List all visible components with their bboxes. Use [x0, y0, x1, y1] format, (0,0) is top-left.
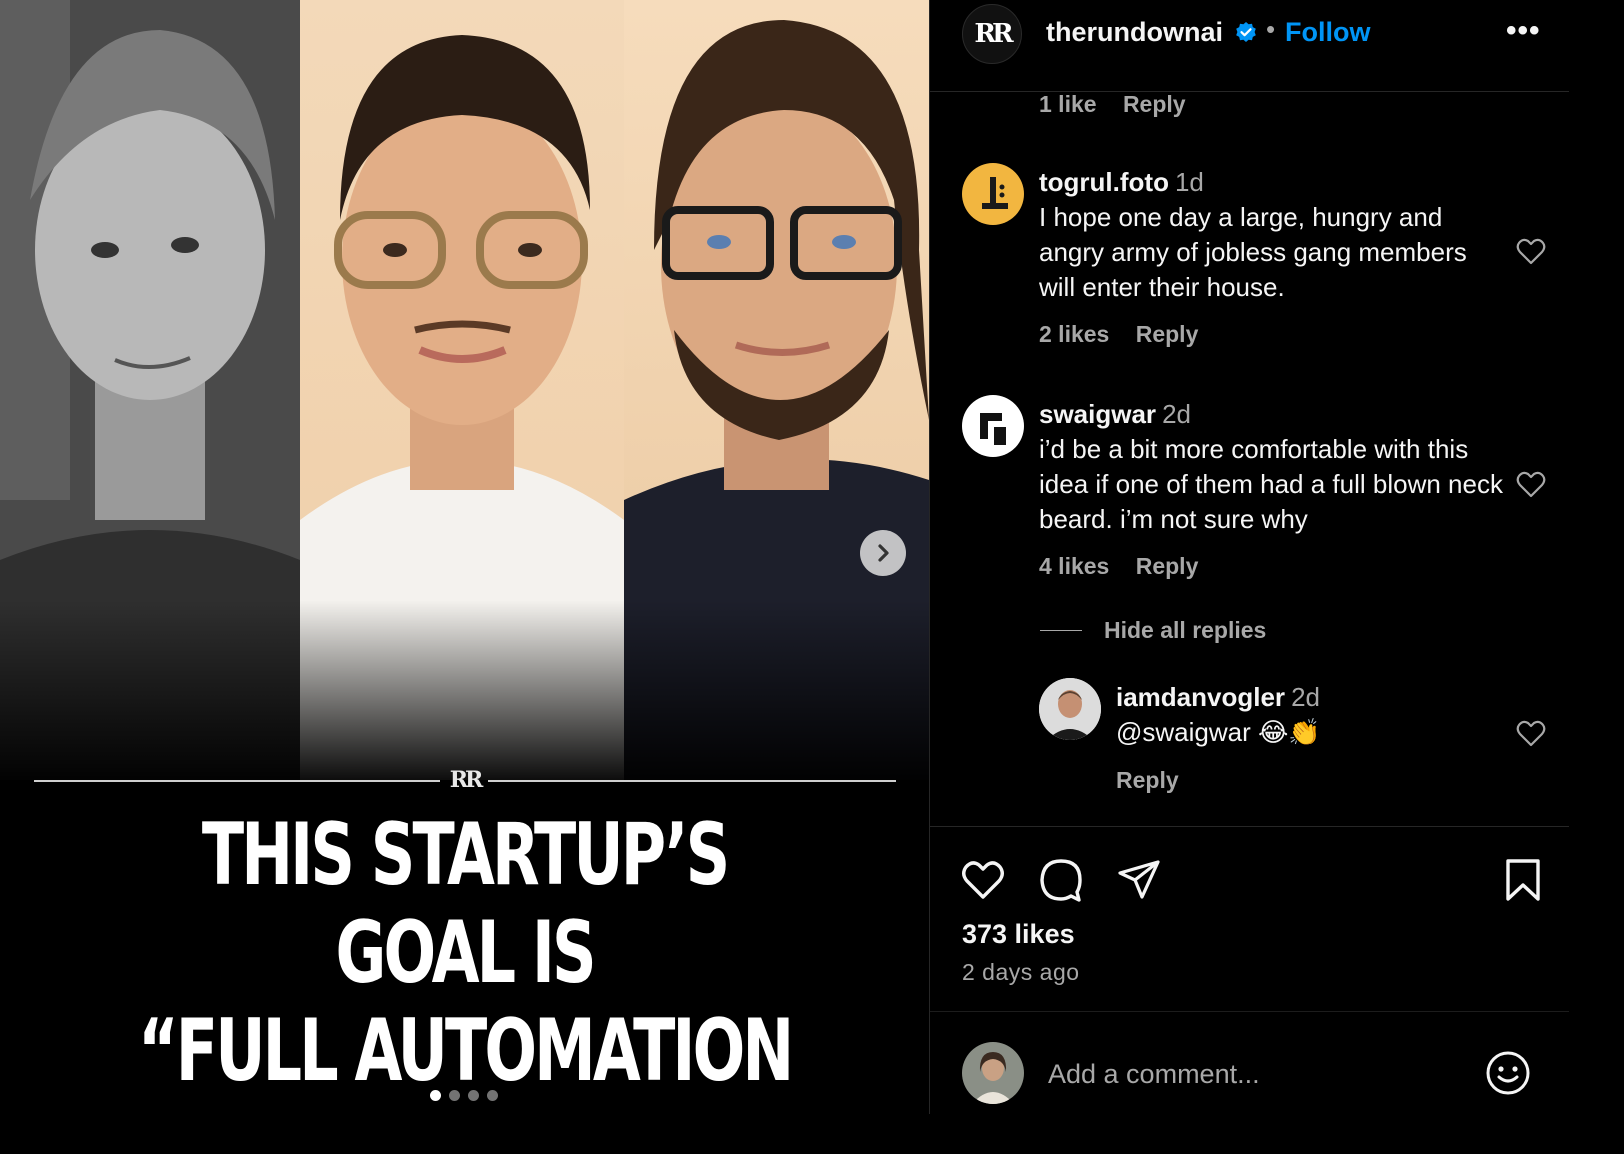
- comment-text: i’d be a bit more comfortable with this …: [1039, 434, 1503, 534]
- comment-likes[interactable]: 2 likes: [1039, 321, 1109, 347]
- reply-meta: Reply: [1116, 767, 1199, 794]
- like-comment-heart-icon[interactable]: [1516, 237, 1546, 265]
- comment-time: 1d: [1174, 167, 1204, 197]
- author-username[interactable]: therundownai: [1046, 17, 1223, 48]
- like-heart-icon[interactable]: [960, 857, 1006, 903]
- comment-bubble-icon[interactable]: [1038, 857, 1084, 903]
- reply-avatar[interactable]: [1039, 678, 1101, 740]
- post-likes-count[interactable]: 373 likes: [962, 919, 1075, 950]
- comment-username[interactable]: swaigwar: [1039, 399, 1156, 429]
- carousel-dot[interactable]: [468, 1090, 479, 1101]
- reply-button[interactable]: Reply: [1136, 553, 1199, 579]
- divider-right: [488, 780, 896, 782]
- post-time[interactable]: 2 days ago: [962, 959, 1080, 986]
- comment-username[interactable]: togrul.foto: [1039, 167, 1169, 197]
- comment-text: I hope one day a large, hungry and angry…: [1039, 202, 1467, 302]
- hide-replies-button[interactable]: Hide all replies: [1040, 617, 1266, 644]
- hide-replies-label: Hide all replies: [1104, 617, 1267, 643]
- carousel-dot[interactable]: [487, 1090, 498, 1101]
- more-options-button[interactable]: •••: [1506, 14, 1541, 48]
- post-actions: 373 likes 2 days ago: [930, 826, 1569, 1114]
- save-bookmark-icon[interactable]: [1500, 857, 1546, 903]
- share-send-icon[interactable]: [1116, 857, 1162, 903]
- comment-likes[interactable]: 4 likes: [1039, 553, 1109, 579]
- headline-line: OF THE ECONOMY”: [130, 1100, 799, 1114]
- carousel-dots: [430, 1090, 498, 1101]
- reply-comment: iamdanvogler 2d @swaigwar 😂👏: [1116, 680, 1516, 750]
- comments-list[interactable]: 1 like Reply togrul.foto 1d I hope one da…: [930, 93, 1569, 826]
- emoji-smiley-icon[interactable]: [1485, 1050, 1531, 1096]
- comment-text: @swaigwar 😂👏: [1116, 717, 1321, 747]
- divider-left: [34, 780, 440, 782]
- reply-button[interactable]: Reply: [1123, 93, 1186, 117]
- replies-line: [1040, 630, 1082, 631]
- image-fade: [0, 600, 929, 790]
- previous-comment-meta: 1 like Reply: [1039, 93, 1206, 118]
- verified-badge-icon: [1236, 22, 1256, 42]
- add-comment-input[interactable]: [1048, 1056, 1468, 1092]
- chevron-right-icon: [878, 544, 889, 562]
- comment-time: 2d: [1291, 682, 1320, 712]
- comment-likes[interactable]: 1 like: [1039, 93, 1097, 117]
- reply-button[interactable]: Reply: [1136, 321, 1199, 347]
- like-comment-heart-icon[interactable]: [1516, 719, 1546, 747]
- post-headline: THIS STARTUP’S GOAL IS “FULL AUTOMATION …: [130, 806, 799, 1114]
- comment: swaigwar 2d i’d be a bit more comfortable…: [1039, 397, 1509, 537]
- brand-logo-mark: RR: [449, 767, 484, 793]
- current-user-avatar: [962, 1042, 1024, 1104]
- carousel-dot[interactable]: [430, 1090, 441, 1101]
- carousel-dot[interactable]: [449, 1090, 460, 1101]
- headline-line: “FULL AUTOMATION: [137, 1001, 794, 1101]
- headline-line: THIS STARTUP’S GOAL IS: [201, 805, 730, 1003]
- author-avatar[interactable]: RR: [962, 4, 1022, 64]
- post-side-panel: RR therundownai • Follow ••• 1 like Repl…: [929, 0, 1569, 1114]
- like-comment-heart-icon[interactable]: [1516, 470, 1546, 498]
- carousel-next-button[interactable]: [860, 530, 906, 576]
- commenter-avatar[interactable]: [962, 395, 1024, 457]
- comment-meta: 2 likes Reply: [1039, 321, 1218, 348]
- comment: togrul.foto 1d I hope one day a large, hu…: [1039, 165, 1509, 305]
- header-separator: •: [1266, 14, 1276, 44]
- follow-button[interactable]: Follow: [1285, 17, 1370, 48]
- comment-username[interactable]: iamdanvogler: [1116, 682, 1285, 712]
- post-image: RR THIS STARTUP’S GOAL IS “FULL AUTOMATI…: [0, 0, 929, 1114]
- reply-button[interactable]: Reply: [1116, 767, 1179, 793]
- comment-meta: 4 likes Reply: [1039, 553, 1218, 580]
- add-comment-bar: [930, 1011, 1569, 1115]
- post-header: RR therundownai • Follow •••: [930, 0, 1569, 92]
- comment-time: 2d: [1162, 399, 1191, 429]
- commenter-avatar[interactable]: [962, 163, 1024, 225]
